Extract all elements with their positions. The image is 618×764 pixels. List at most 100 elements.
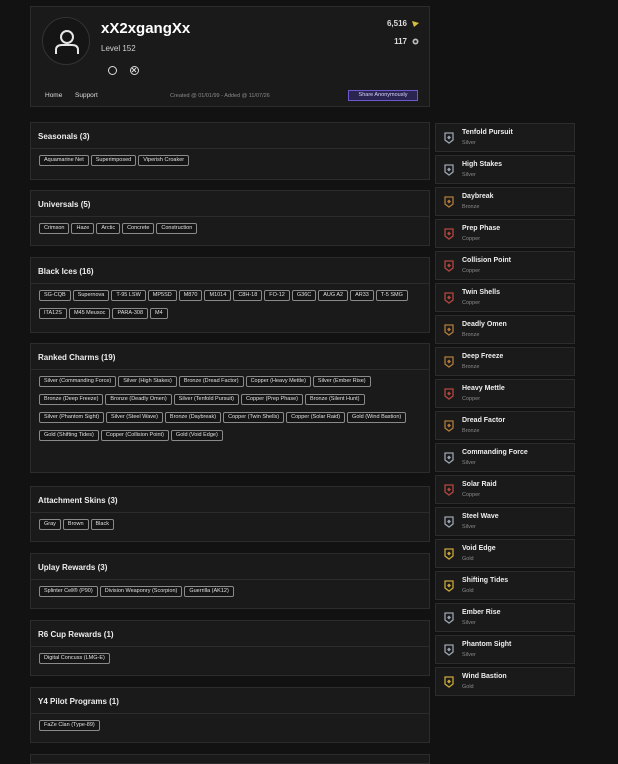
item-chip: Copper (Twin Shells) [223, 412, 285, 423]
item-chip: Bronze (Deadly Omen) [105, 394, 172, 405]
charm-tier: Silver [462, 460, 476, 466]
item-chip: Copper (Solar Raid) [286, 412, 346, 423]
rank-icon [444, 612, 454, 624]
item-chip: Brown [62, 519, 89, 530]
section-3: Ranked Charms (19) Silver (Commanding For… [30, 343, 430, 473]
rank-icon [444, 452, 454, 464]
section-7: Y4 Pilot Programs (1) FaZe Clan (Type-89) [30, 687, 430, 743]
rank-icon [444, 228, 454, 240]
charm-name: Commanding Force [462, 449, 528, 456]
item-chip-list: Crimson Haze Arctic Concrete Construction [31, 217, 429, 241]
charm-tier: Silver [462, 620, 476, 626]
charm-card: Dread Factor Bronze [435, 411, 575, 440]
item-chip: Haze [71, 223, 95, 234]
charm-tier: Gold [462, 588, 474, 594]
charm-card: Tenfold Pursuit Silver [435, 123, 575, 152]
item-chip: Silver (Ember Rise) [312, 376, 371, 387]
rank-icon [444, 324, 454, 336]
item-chip-list: Silver (Commanding Force) Silver (High St… [31, 370, 429, 448]
rank-icon [444, 580, 454, 592]
renown-count: 6,516 [386, 19, 407, 28]
charm-card: Daybreak Bronze [435, 187, 575, 216]
charm-card: Void Edge Gold [435, 539, 575, 568]
section-4: Attachment Skins (3) Gray Brown Black [30, 486, 430, 542]
charm-name: High Stakes [462, 161, 503, 168]
item-chip: Splinter Cell® (P90) [39, 586, 98, 597]
section-5: Uplay Rewards (3) Splinter Cell® (P90) Div… [30, 553, 430, 609]
section-6: R6 Cup Rewards (1) Digital Concuss (LMG-E… [30, 620, 430, 676]
nav-support-link[interactable]: Support [75, 92, 98, 99]
username: xX2xgangXx [101, 20, 191, 37]
charm-name: Ember Rise [462, 609, 501, 616]
charm-card: Commanding Force Silver [435, 443, 575, 472]
item-chip-list: Aquamarine Net Superimposed Viperish Croak… [31, 149, 429, 173]
item-chip: Silver (Commanding Force) [39, 376, 117, 387]
item-chip-list: Digital Concuss (LMG-E) [31, 647, 429, 671]
charm-tier: Copper [462, 492, 481, 498]
section-title: Black Ices (16) [31, 258, 429, 284]
item-chip-list: Splinter Cell® (P90) Division Weaponry (S… [31, 580, 429, 604]
rank-icon [444, 132, 454, 144]
charm-name: Daybreak [462, 193, 494, 200]
renown-icon [412, 21, 419, 27]
charm-card: Shifting Tides Gold [435, 571, 575, 600]
charm-card: Wind Bastion Gold [435, 667, 575, 696]
charm-card: Twin Shells Copper [435, 283, 575, 312]
rank-icon [444, 388, 454, 400]
charm-card: Prep Phase Copper [435, 219, 575, 248]
section-0: Seasonals (3) Aquamarine Net Superimposed V… [30, 122, 430, 180]
user-icon [55, 30, 79, 54]
rank-icon [444, 548, 454, 560]
item-chip: FO-12 [264, 290, 290, 301]
xbox-icon[interactable] [130, 66, 139, 75]
item-chip: M1014 [204, 290, 232, 301]
section-2: Black Ices (16) SG-CQB Supernova T-95 LSW MP… [30, 257, 430, 333]
item-chip: M870 [178, 290, 203, 301]
charm-card: Deadly Omen Bronze [435, 315, 575, 344]
item-chip: C8H-18 [233, 290, 263, 301]
rank-icon [444, 260, 454, 272]
charm-tier: Copper [462, 300, 481, 306]
item-chip-list: FaZe Clan (Type-89) [31, 714, 429, 738]
nav-home-link[interactable]: Home [45, 92, 62, 99]
section-title: Attachment Skins (3) [31, 487, 429, 513]
charm-tier: Bronze [462, 364, 480, 370]
section-title: Seasonals (3) [31, 123, 429, 149]
item-chip: Copper (Heavy Mettle) [245, 376, 311, 387]
share-anonymously-button[interactable]: Share Anonymously [348, 90, 418, 101]
item-chip: T-5 SMG [375, 290, 408, 301]
ubisoft-icon[interactable] [108, 66, 117, 75]
rank-icon [444, 196, 454, 208]
item-chip: M4 [150, 308, 168, 319]
item-chip: Silver (High Stakes) [118, 376, 177, 387]
section-title: Universals (5) [31, 191, 429, 217]
item-chip: Arctic [96, 223, 121, 234]
charm-tier: Silver [462, 140, 476, 146]
item-chip: Gold (Shifting Tides) [39, 430, 99, 441]
item-chip: SG-CQB [39, 290, 71, 301]
item-chip-list: SG-CQB Supernova T-95 LSW MP5SD M870 M1014 C8H… [31, 284, 429, 326]
charm-name: Dread Factor [462, 417, 506, 424]
item-chip: Bronze (Silent Hunt) [304, 394, 365, 405]
rank-icon [444, 420, 454, 432]
item-chip: T-95 LSW [111, 290, 146, 301]
item-chip: Concrete [122, 223, 155, 234]
item-chip: Copper (Prep Phase) [241, 394, 303, 405]
item-chip: Superimposed [90, 155, 137, 166]
item-chip: Silver (Phantom Sight) [39, 412, 105, 423]
charm-name: Twin Shells [462, 289, 500, 296]
section-title: R6 Cup Rewards (1) [31, 621, 429, 647]
item-chip-list: Gray Brown Black [31, 513, 429, 537]
section-title: Y4 Pilot Programs (1) [31, 688, 429, 714]
charm-name: Phantom Sight [462, 641, 512, 648]
rank-icon [444, 516, 454, 528]
item-chip: Silver (Tenfold Pursuit) [173, 394, 239, 405]
charm-tier: Silver [462, 172, 476, 178]
item-chip: G36C [291, 290, 317, 301]
section-1: Universals (5) Crimson Haze Arctic Concrete C… [30, 190, 430, 246]
charm-tier: Copper [462, 396, 481, 402]
item-chip: Supernova [72, 290, 110, 301]
credits-icon [412, 38, 419, 45]
item-chip: Bronze (Deep Freeze) [39, 394, 104, 405]
charm-name: Solar Raid [462, 481, 497, 488]
